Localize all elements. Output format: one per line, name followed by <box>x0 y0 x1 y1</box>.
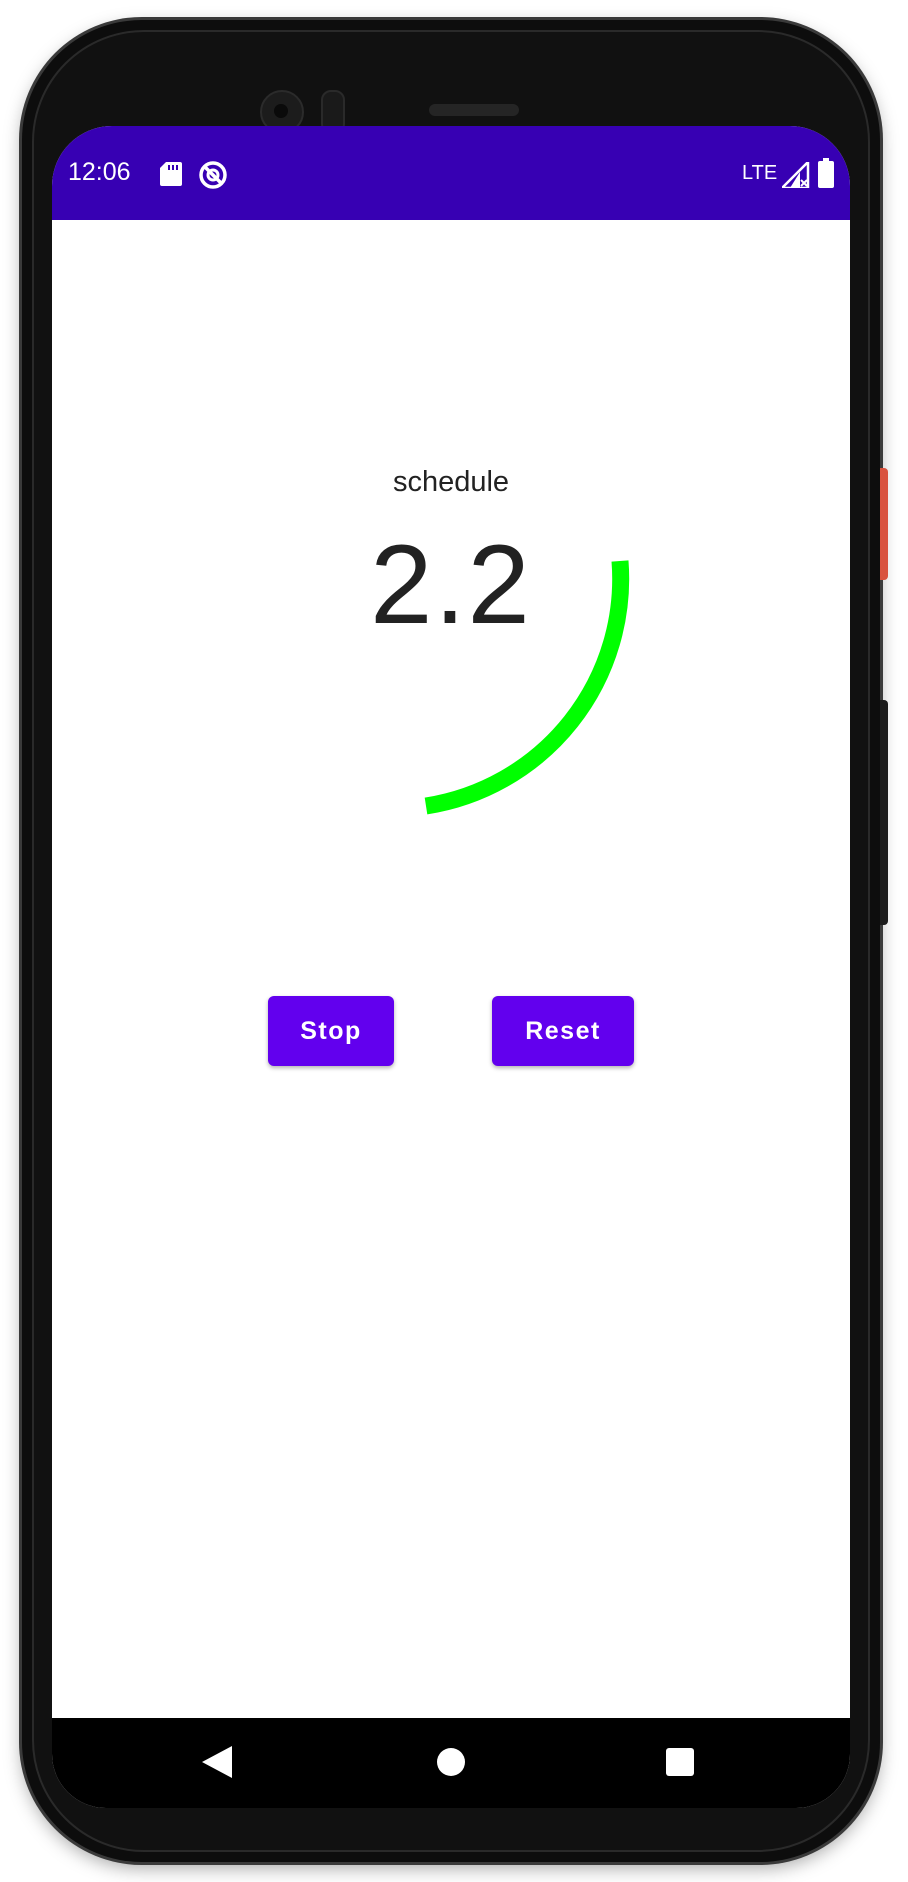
home-icon[interactable] <box>437 1748 465 1776</box>
progress-arc <box>424 560 630 815</box>
status-time: 12:06 <box>68 158 131 186</box>
signal-icon <box>782 162 810 188</box>
battery-icon <box>818 158 834 188</box>
status-bar: 12:06 LTE <box>52 126 850 220</box>
main-content: schedule 2.2 Stop Reset <box>52 220 850 1718</box>
power-button[interactable] <box>880 468 888 580</box>
back-icon[interactable] <box>202 1746 232 1778</box>
sync-icon <box>199 161 227 189</box>
stop-button[interactable]: Stop <box>268 996 394 1066</box>
sd-card-icon <box>160 162 182 186</box>
reset-button[interactable]: Reset <box>492 996 634 1066</box>
screen: 12:06 LTE schedule 2.2 Stop Reset <box>52 126 850 1808</box>
navigation-bar <box>52 1718 850 1808</box>
recents-icon[interactable] <box>666 1748 694 1776</box>
network-type-label: LTE <box>742 162 778 184</box>
volume-button[interactable] <box>880 700 888 925</box>
earpiece-speaker <box>429 104 519 116</box>
